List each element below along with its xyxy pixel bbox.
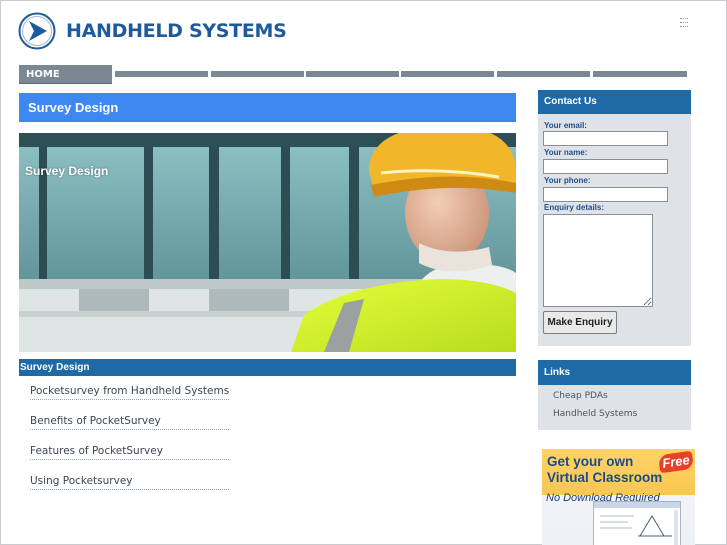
details-label: Enquiry details: [544,203,605,212]
ad-screenshot-graph [594,502,680,545]
nav-home[interactable]: HOME [19,65,112,84]
link-benefits[interactable]: Benefits of PocketSurvey [30,415,230,430]
hero-caption: Survey Design [25,164,109,178]
links-panel: Links Cheap PDAs Handheld Systems [538,360,691,430]
survey-links: Pocketsurvey from Handheld Systems Benef… [30,385,230,505]
nav-item-4[interactable] [306,71,399,77]
page-title: Survey Design [19,93,516,122]
phone-field[interactable] [543,187,668,202]
nav-item-2[interactable] [115,71,208,77]
virtual-classroom-ad[interactable]: Get your own Virtual Classroom Free No D… [542,449,695,545]
hero-image: Survey Design [19,133,516,352]
nav-item-7[interactable] [593,71,687,77]
name-field[interactable] [543,159,668,174]
ad-headline-2: Virtual Classroom [547,470,663,485]
email-field[interactable] [543,131,668,146]
nav-item-6[interactable] [497,71,590,77]
section-title: Survey Design [19,359,516,376]
link-handheld-systems[interactable]: Handheld Systems [553,409,637,419]
nav-item-3[interactable] [211,71,304,77]
ad-free-badge: Free [657,450,695,474]
make-enquiry-button[interactable]: Make Enquiry [543,311,617,334]
options-dots-icon [680,18,688,30]
links-title: Links [538,360,691,385]
link-using[interactable]: Using Pocketsurvey [30,475,230,490]
link-cheap-pdas[interactable]: Cheap PDAs [553,391,608,401]
link-features[interactable]: Features of PocketSurvey [30,445,230,460]
enquiry-details-field[interactable] [543,214,653,307]
name-label: Your name: [544,148,588,157]
contact-title: Contact Us [538,90,691,114]
site-brand[interactable]: HANDHELD SYSTEMS [66,20,287,42]
contact-panel: Contact Us Your email: Your name: Your p… [538,90,691,346]
main-nav: HOME [19,65,687,84]
ad-headline-1: Get your own [547,454,634,469]
arrow-logo-icon[interactable] [18,12,56,50]
nav-item-5[interactable] [401,71,494,77]
email-label: Your email: [544,121,587,130]
phone-label: Your phone: [544,176,591,185]
link-pocketsurvey[interactable]: Pocketsurvey from Handheld Systems [30,385,230,400]
ad-screenshot-image [593,501,681,545]
